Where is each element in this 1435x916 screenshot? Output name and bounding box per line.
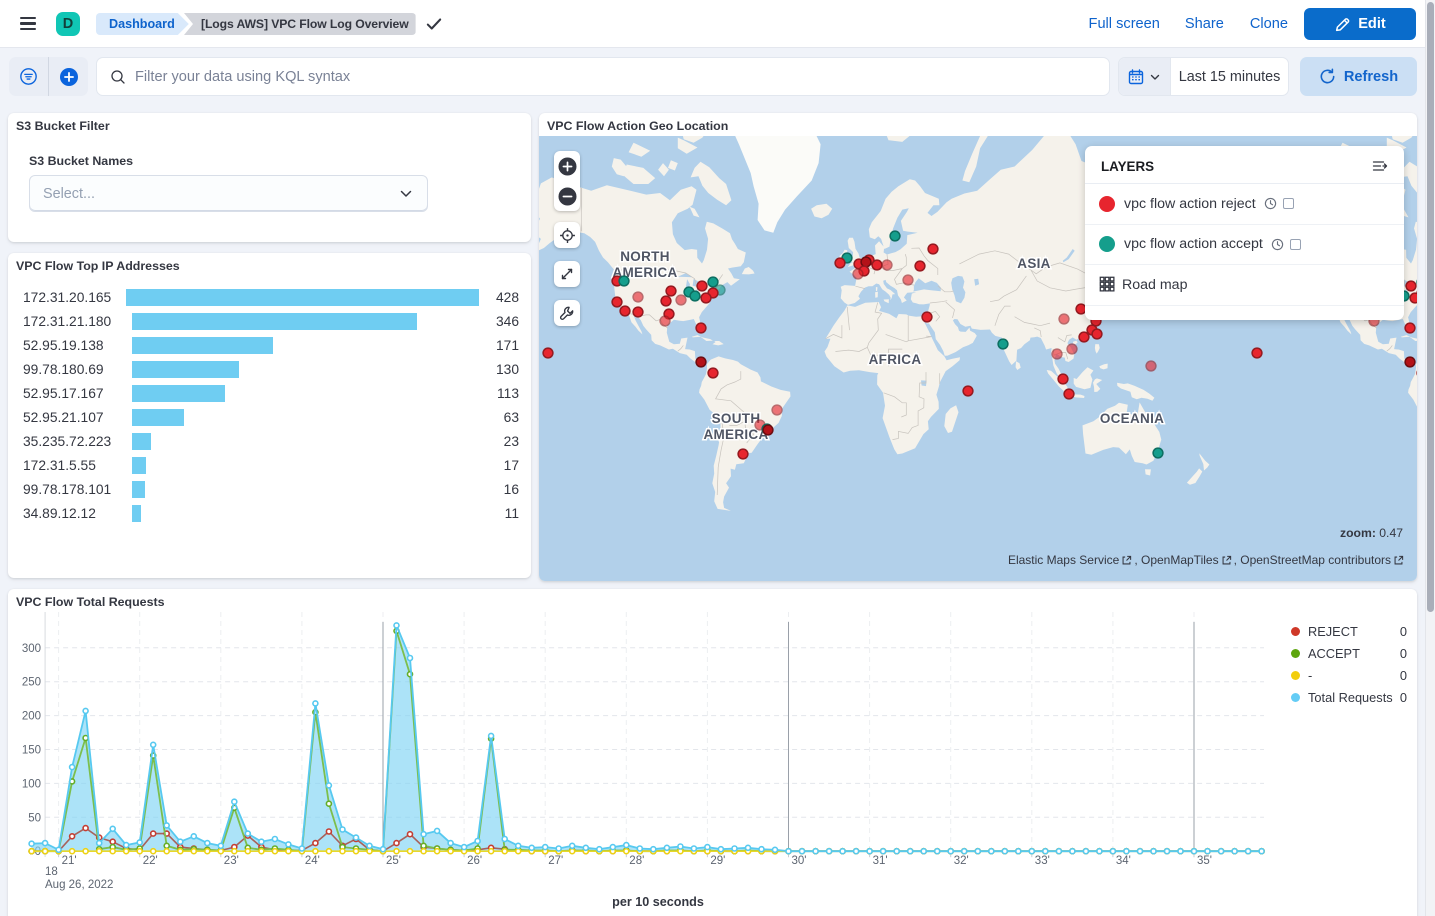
svg-text:32': 32' xyxy=(954,855,969,867)
svg-text:200: 200 xyxy=(22,711,41,723)
svg-text:SOUTH: SOUTH xyxy=(712,411,761,426)
svg-text:21': 21' xyxy=(62,855,77,867)
svg-text:23': 23' xyxy=(224,855,239,867)
svg-text:150: 150 xyxy=(22,745,41,757)
svg-text:Aug 26, 2022: Aug 26, 2022 xyxy=(45,879,113,891)
svg-text:33': 33' xyxy=(1035,855,1050,867)
svg-text:22': 22' xyxy=(143,855,158,867)
svg-text:ASIA: ASIA xyxy=(1017,256,1050,271)
svg-text:250: 250 xyxy=(22,677,41,689)
svg-text:34': 34' xyxy=(1116,855,1131,867)
svg-text:100: 100 xyxy=(22,778,41,790)
svg-text:30': 30' xyxy=(792,855,807,867)
svg-text:50: 50 xyxy=(28,812,41,824)
svg-text:AFRICA: AFRICA xyxy=(869,352,922,367)
svg-text:35': 35' xyxy=(1197,855,1212,867)
svg-text:26': 26' xyxy=(467,855,482,867)
svg-text:18: 18 xyxy=(45,866,58,878)
svg-text:29': 29' xyxy=(710,855,725,867)
svg-text:NORTH: NORTH xyxy=(620,249,670,264)
svg-text:27': 27' xyxy=(548,855,563,867)
svg-text:31': 31' xyxy=(873,855,888,867)
svg-text:24': 24' xyxy=(305,855,320,867)
svg-text:28': 28' xyxy=(629,855,644,867)
svg-text:300: 300 xyxy=(22,643,41,655)
svg-text:OCEANIA: OCEANIA xyxy=(1100,411,1164,426)
svg-text:25': 25' xyxy=(386,855,401,867)
